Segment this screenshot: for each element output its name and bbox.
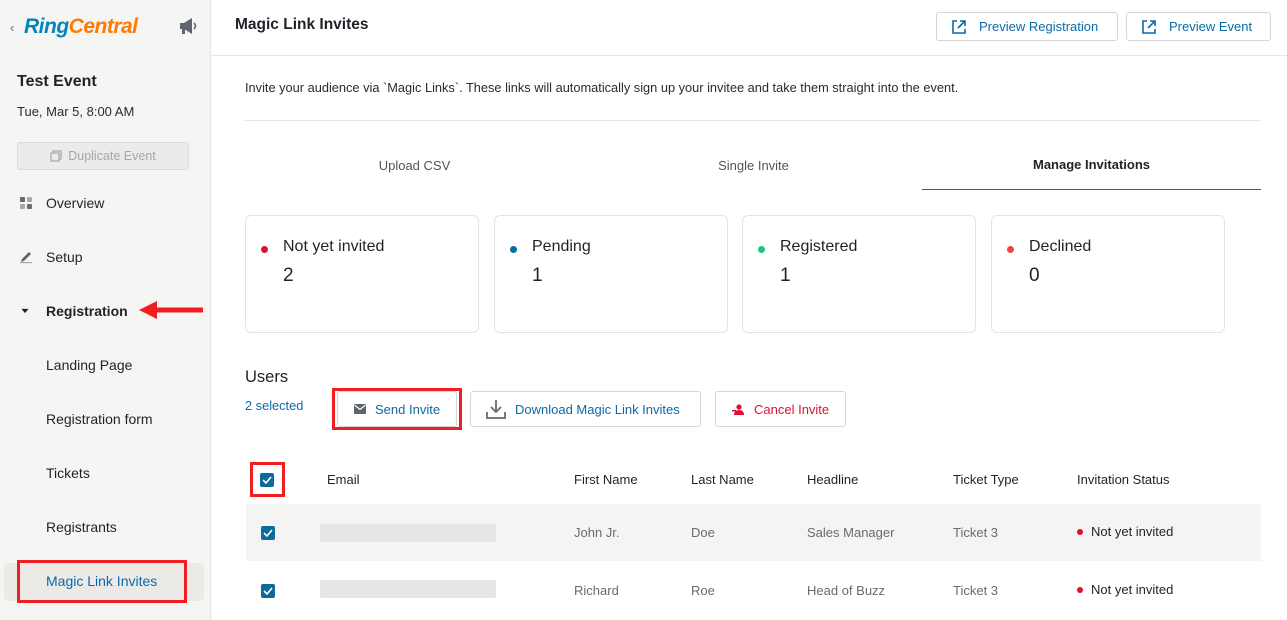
status-dot (1007, 246, 1014, 253)
event-date: Tue, Mar 5, 8:00 AM (17, 104, 135, 119)
caret-down-icon (21, 308, 29, 314)
ticket-type-cell: Ticket 3 (953, 583, 999, 598)
external-link-icon (952, 19, 966, 34)
stat-value: 1 (532, 265, 543, 286)
sidebar-item-label: Tickets (46, 465, 90, 481)
stat-card-pending: Pending 1 (494, 215, 728, 333)
divider (245, 120, 1261, 121)
grid-icon (20, 197, 32, 209)
sidebar-item-tickets[interactable]: Tickets (0, 453, 211, 493)
stat-value: 1 (780, 265, 791, 286)
annotation-highlight-box (17, 560, 187, 603)
sidebar-item-label: Overview (46, 195, 105, 211)
sidebar-item-setup[interactable]: Setup (0, 237, 211, 277)
download-icon (486, 400, 506, 419)
sidebar-item-label: Registrants (46, 519, 117, 535)
column-header-invitation-status: Invitation Status (1077, 472, 1170, 487)
invitation-status: Not yet invited (1077, 582, 1173, 597)
first-name-cell: Richard (574, 583, 619, 598)
download-label: Download Magic Link Invites (515, 401, 680, 417)
row-checkbox[interactable] (261, 584, 275, 598)
cancel-invite-label: Cancel Invite (754, 401, 830, 417)
status-dot (1077, 586, 1083, 593)
preview-registration-label: Preview Registration (979, 19, 1099, 34)
sidebar: ‹ RingCentral Test Event Tue, Mar 5, 8:0… (0, 0, 211, 620)
stat-value: 0 (1029, 265, 1040, 286)
external-link-icon (1142, 19, 1156, 34)
brand-bar: ‹ RingCentral (10, 14, 205, 40)
selected-count: 2 selected (245, 398, 304, 413)
stat-label: Pending (532, 238, 591, 255)
chevron-left-icon[interactable]: ‹ (10, 20, 24, 35)
table-row[interactable]: John Jr. Doe Sales Manager Ticket 3 Not … (246, 504, 1261, 561)
sidebar-item-label: Setup (46, 249, 83, 265)
tab-bar: Upload CSV Single Invite Manage Invitati… (245, 140, 1261, 190)
annotation-arrow (139, 301, 203, 319)
preview-event-button[interactable]: Preview Event (1126, 12, 1271, 41)
stat-label: Declined (1029, 238, 1092, 255)
email-redacted (320, 580, 496, 598)
ringcentral-logo[interactable]: RingCentral (24, 15, 138, 39)
sidebar-item-label: Landing Page (46, 357, 133, 373)
status-dot (1077, 528, 1083, 535)
sidebar-item-registration-form[interactable]: Registration form (0, 399, 211, 439)
status-dot (758, 246, 765, 253)
ticket-type-cell: Ticket 3 (953, 525, 999, 540)
check-icon (263, 587, 273, 595)
pencil-icon (20, 252, 32, 264)
event-title: Test Event (17, 73, 97, 90)
page-title: Magic Link Invites (235, 16, 369, 33)
sidebar-item-overview[interactable]: Overview (0, 183, 211, 223)
invitation-status-label: Not yet invited (1091, 582, 1174, 597)
headline-cell: Head of Buzz (807, 583, 886, 598)
check-icon (263, 529, 273, 537)
top-bar: Magic Link Invites Preview Registration … (211, 0, 1287, 56)
annotation-highlight-box (250, 462, 285, 497)
tab-single-invite[interactable]: Single Invite (584, 140, 923, 190)
sidebar-item-label: Registration (46, 303, 128, 319)
headline-cell: Sales Manager (807, 525, 895, 540)
column-header-ticket-type: Ticket Type (953, 472, 1019, 487)
preview-event-label: Preview Event (1169, 19, 1253, 34)
invitation-status: Not yet invited (1077, 524, 1173, 539)
last-name-cell: Doe (691, 525, 715, 540)
cancel-invite-button[interactable]: Cancel Invite (715, 391, 846, 427)
stat-value: 2 (283, 265, 294, 286)
remove-user-icon (732, 403, 744, 415)
annotation-highlight-box (332, 388, 462, 430)
tab-upload-csv[interactable]: Upload CSV (245, 140, 584, 190)
last-name-cell: Roe (691, 583, 715, 598)
users-heading: Users (245, 368, 289, 386)
duplicate-event-label: Duplicate Event (68, 149, 156, 163)
table-row[interactable]: Richard Roe Head of Buzz Ticket 3 Not ye… (246, 562, 1261, 619)
tab-manage-invitations[interactable]: Manage Invitations (922, 140, 1261, 190)
download-magic-link-invites-button[interactable]: Download Magic Link Invites (470, 391, 701, 427)
column-header-first-name: First Name (574, 472, 638, 487)
row-checkbox[interactable] (261, 526, 275, 540)
sidebar-item-label: Registration form (46, 411, 153, 427)
column-header-email: Email (327, 472, 360, 487)
first-name-cell: John Jr. (574, 525, 620, 540)
column-header-headline: Headline (807, 472, 859, 487)
stat-card-registered: Registered 1 (742, 215, 976, 333)
invitation-status-label: Not yet invited (1091, 524, 1174, 539)
status-dot (510, 246, 517, 253)
email-redacted (320, 524, 496, 542)
sidebar-item-registrants[interactable]: Registrants (0, 507, 211, 547)
duplicate-event-button[interactable]: Duplicate Event (17, 142, 189, 170)
megaphone-icon[interactable] (177, 16, 199, 36)
status-dot (261, 246, 268, 253)
column-header-last-name: Last Name (691, 472, 754, 487)
stat-label: Not yet invited (283, 238, 385, 255)
intro-text: Invite your audience via `Magic Links`. … (245, 80, 959, 95)
stat-card-not-yet-invited: Not yet invited 2 (245, 215, 479, 333)
copy-icon (50, 150, 62, 162)
sidebar-item-landing-page[interactable]: Landing Page (0, 345, 211, 385)
stat-card-declined: Declined 0 (991, 215, 1225, 333)
preview-registration-button[interactable]: Preview Registration (936, 12, 1118, 41)
stat-label: Registered (780, 238, 858, 255)
